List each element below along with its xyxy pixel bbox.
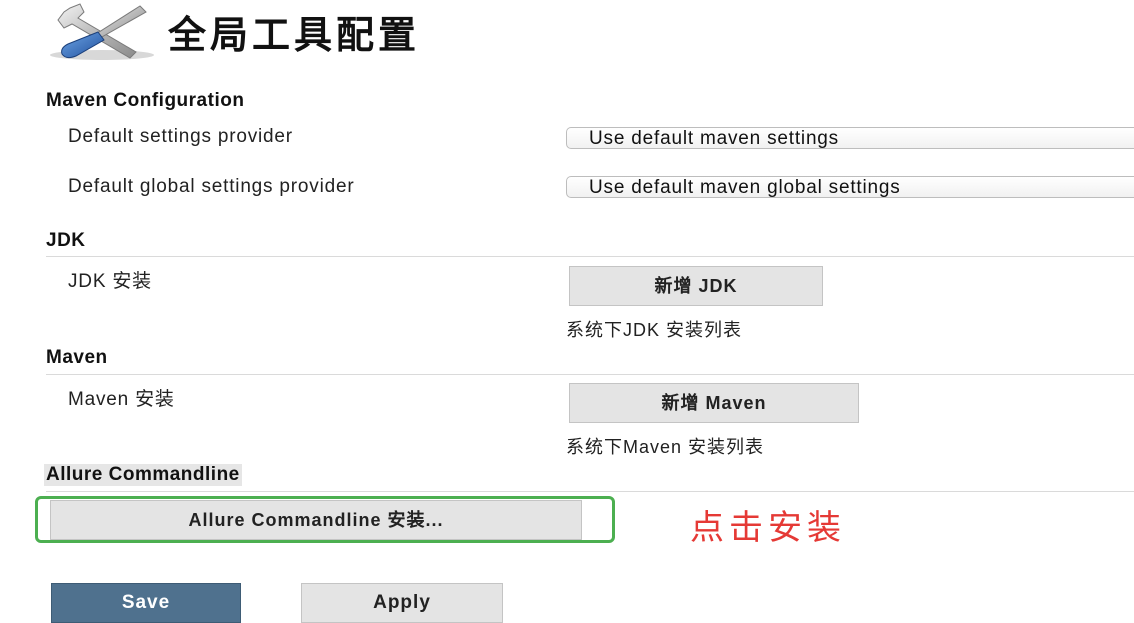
jdk-section-title: JDK: [46, 230, 86, 251]
maven-install-label: Maven 安装: [68, 389, 175, 410]
maven-configuration-section-title: Maven Configuration: [46, 90, 245, 111]
page-header: 全局工具配置: [40, 0, 420, 62]
default-global-settings-provider-label: Default global settings provider: [68, 176, 355, 197]
jdk-install-list-hint: 系统下JDK 安装列表: [566, 320, 743, 340]
page-title: 全局工具配置: [168, 12, 421, 57]
allure-commandline-install-button[interactable]: Allure Commandline 安装...: [50, 500, 582, 540]
jdk-section-divider: [46, 256, 1134, 257]
maven-section-title: Maven: [46, 347, 108, 368]
apply-button[interactable]: Apply: [301, 583, 503, 623]
default-global-settings-provider-select[interactable]: Use default maven global settings: [566, 176, 1134, 198]
default-settings-provider-label: Default settings provider: [68, 126, 293, 147]
save-button[interactable]: Save: [51, 583, 241, 623]
maven-install-list-hint: 系统下Maven 安装列表: [566, 437, 765, 457]
allure-commandline-section-title: Allure Commandline: [44, 464, 242, 486]
add-maven-button[interactable]: 新增 Maven: [569, 383, 859, 423]
jdk-install-label: JDK 安装: [68, 271, 152, 292]
allure-section-divider: [46, 491, 1134, 492]
maven-section-divider: [46, 374, 1134, 375]
click-to-install-annotation: 点击安装: [690, 508, 846, 548]
add-jdk-button[interactable]: 新增 JDK: [569, 266, 823, 306]
tools-icon: [50, 3, 154, 60]
default-settings-provider-select[interactable]: Use default maven settings: [566, 127, 1134, 149]
